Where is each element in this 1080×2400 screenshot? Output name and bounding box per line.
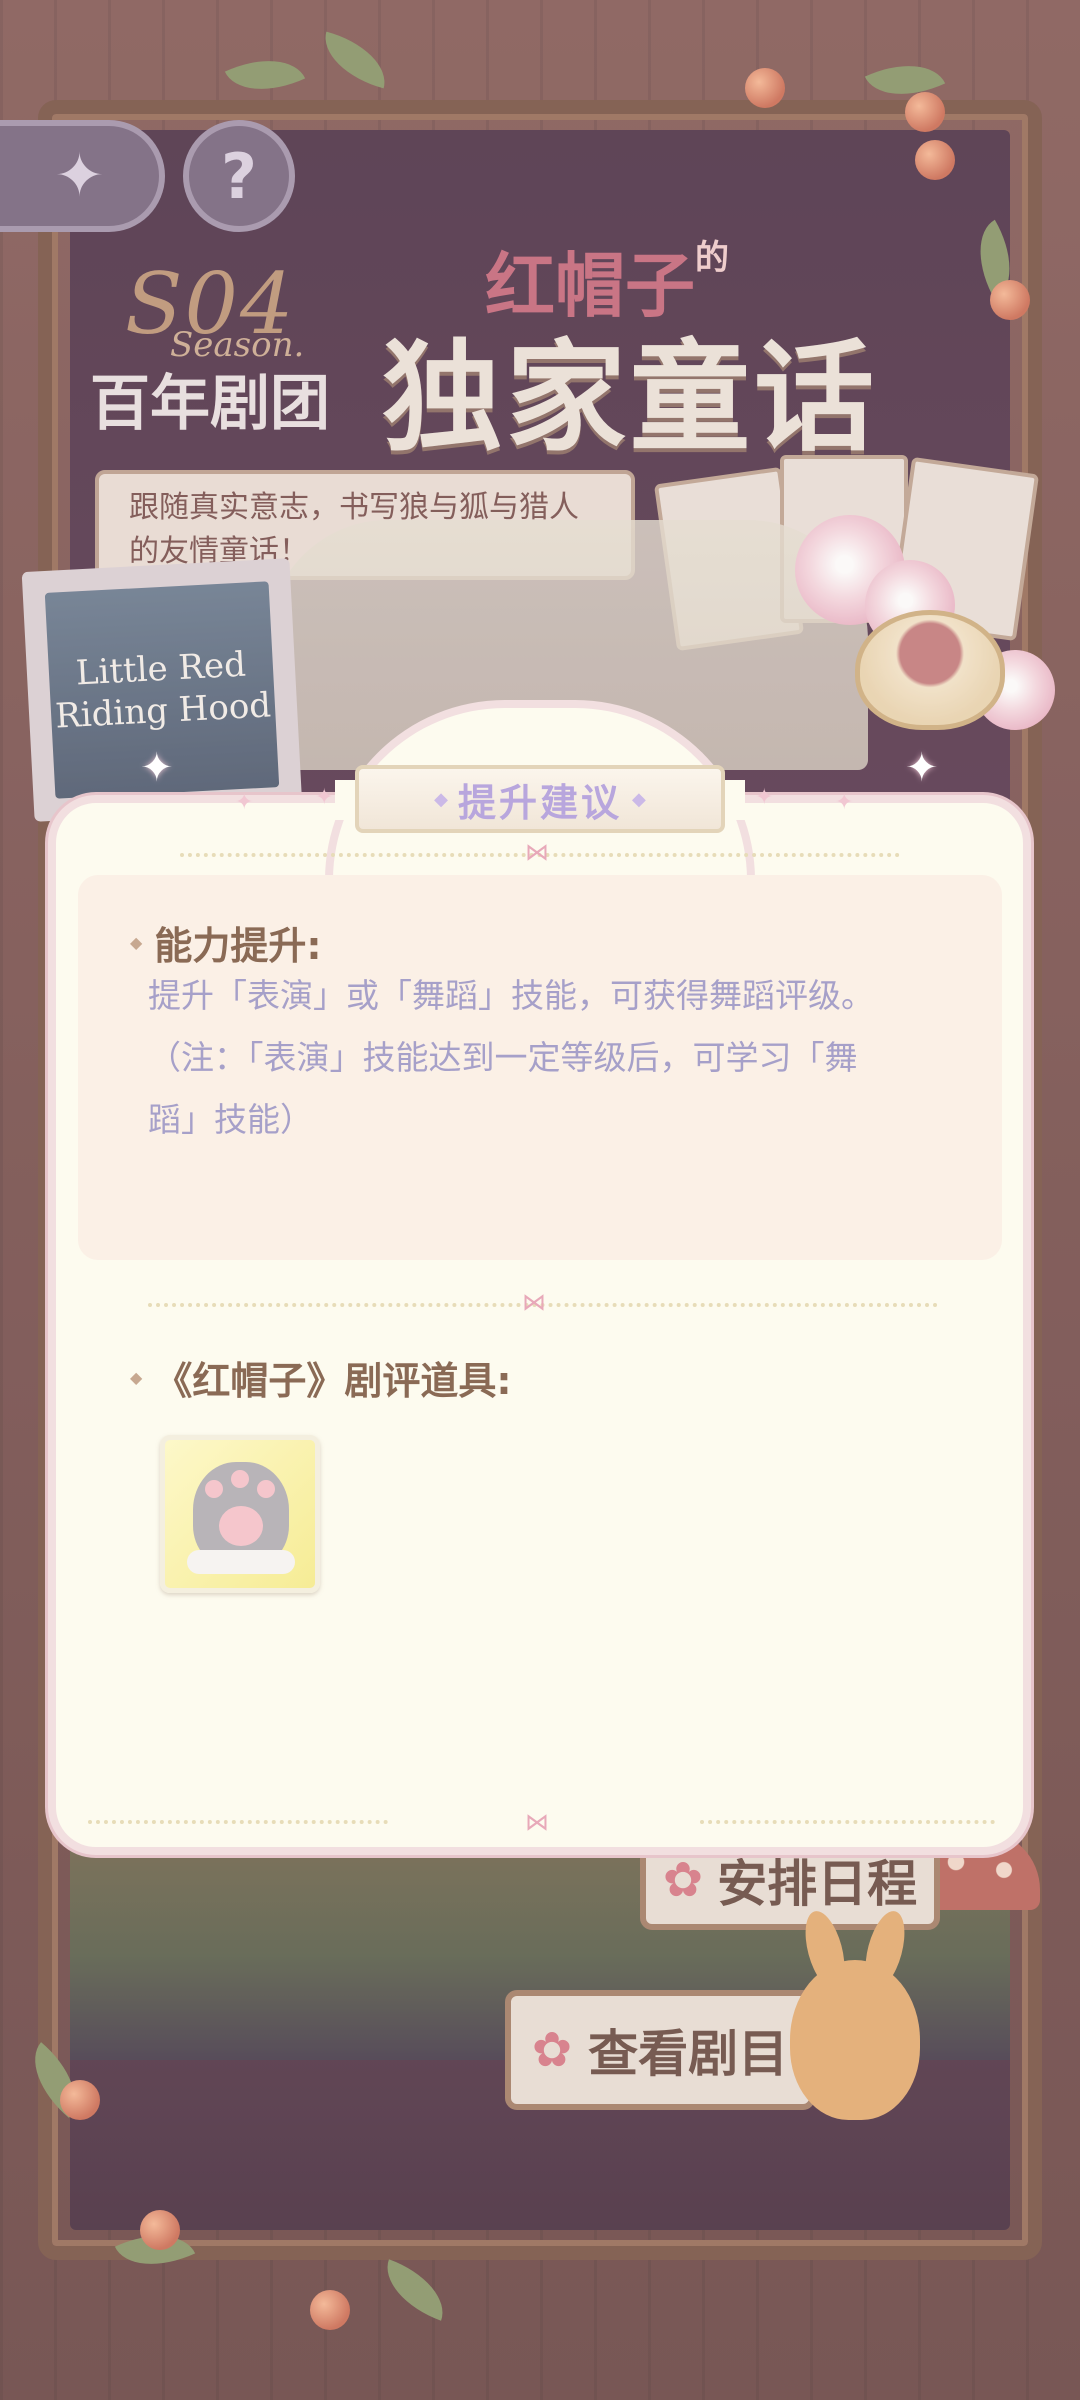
sparkle-icon: ✦ <box>755 785 774 810</box>
sparkle-icon: ✦ <box>235 790 254 815</box>
sparkle-icon: ✦ <box>140 745 174 791</box>
dialog-title: 提升建议 <box>457 780 622 825</box>
divider-dotted <box>88 1820 388 1824</box>
diamond-bullet-icon: ◆ <box>130 933 143 952</box>
ability-heading-text: 能力提升: <box>154 924 322 968</box>
ability-line: 提升「表演」或「舞蹈」技能，可获得舞蹈评级。 <box>148 976 874 1015</box>
bow-icon: ⋈ <box>525 838 549 866</box>
divider-dotted <box>700 1820 995 1824</box>
paw-toe <box>231 1470 249 1488</box>
paw-cuff <box>187 1550 295 1574</box>
diamond-icon: ◆ <box>434 788 448 810</box>
ability-line: （注：「表演」技能达到一定等级后，可学习「舞 <box>148 1038 858 1077</box>
review-item-slot[interactable] <box>160 1435 320 1593</box>
bow-icon: ⋈ <box>525 1808 549 1836</box>
paw-toe <box>257 1480 275 1498</box>
diamond-bullet-icon: ◆ <box>130 1368 143 1387</box>
sparkle-icon: ✦ <box>905 745 939 791</box>
sparkle-icon: ✦ <box>835 790 854 815</box>
sparkle-icon: ✦ <box>315 785 334 810</box>
ability-description: 提升「表演」或「舞蹈」技能，可获得舞蹈评级。 （注：「表演」技能达到一定等级后，… <box>148 965 978 1151</box>
diamond-icon: ◆ <box>632 788 646 810</box>
ability-line: 蹈」技能） <box>148 1100 313 1139</box>
review-item-heading-text: 《红帽子》剧评道具: <box>154 1359 512 1403</box>
bow-icon: ⋈ <box>522 1288 546 1316</box>
paw-pad <box>219 1506 263 1546</box>
ability-heading: ◆ 能力提升: <box>130 915 322 970</box>
cat-paw-glove-icon <box>187 1462 295 1574</box>
paw-toe <box>205 1480 223 1498</box>
dialog-title-banner: ◆ 提升建议 ◆ <box>355 765 725 833</box>
review-item-heading: ◆ 《红帽子》剧评道具: <box>130 1350 512 1405</box>
